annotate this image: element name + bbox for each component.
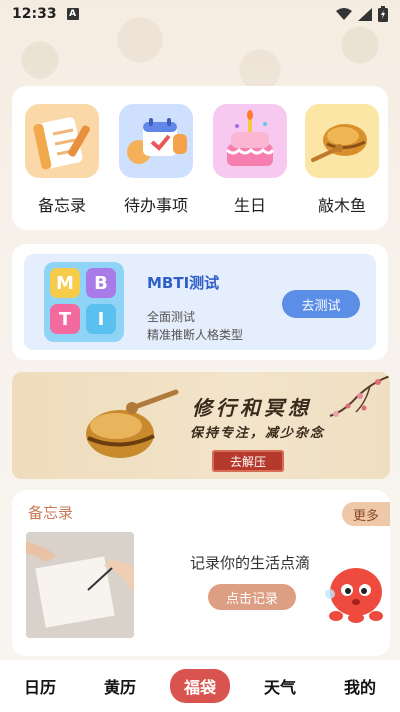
tool-label: 待办事项	[123, 196, 188, 215]
octopus-mascot-icon	[325, 568, 383, 623]
birthday-cake-icon	[213, 104, 287, 178]
nav-label: 我的	[343, 678, 376, 697]
banner-title: 修行和冥想	[192, 396, 312, 420]
memo-notebook-icon	[25, 104, 99, 178]
nav-almanac[interactable]: 黄历	[80, 674, 160, 698]
nav-mine[interactable]: 我的	[320, 674, 400, 698]
tool-wooden-fish[interactable]: 敲木鱼	[302, 104, 382, 216]
banner-subtitle: 保持专注，减少杂念	[190, 426, 326, 441]
mbti-tile-b: B	[86, 268, 116, 298]
memo-card: 备忘录 更多 记录你的生活点滴 点击记录	[12, 490, 390, 656]
tool-label: 生日	[233, 196, 266, 215]
tool-label: 敲木鱼	[317, 196, 366, 215]
nav-label: 日历	[23, 678, 56, 697]
mbti-card: M B T I MBTI测试 全面测试 精准推断人格类型 去测试	[12, 244, 388, 360]
nav-weather[interactable]: 天气	[240, 674, 320, 698]
memo-prompt: 记录你的生活点滴	[190, 554, 311, 572]
mbti-description-1: 全面测试	[147, 310, 196, 324]
mbti-test-button[interactable]: 去测试	[282, 290, 360, 318]
battery-icon	[378, 6, 388, 22]
mbti-logo: M B T I	[44, 262, 124, 342]
tool-todo[interactable]: 待办事项	[116, 104, 196, 216]
mbti-tile-m: M	[50, 268, 80, 298]
wifi-icon	[336, 7, 352, 20]
nav-label: 天气	[263, 678, 296, 697]
tool-label: 备忘录	[37, 196, 86, 215]
relax-button[interactable]: 去解压	[212, 450, 284, 472]
status-time: 12:33	[12, 6, 57, 22]
wooden-fish-icon	[305, 104, 379, 178]
bottom-nav: 日历 黄历 福袋 天气 我的	[0, 660, 400, 712]
memo-section-title: 备忘录	[28, 504, 74, 522]
wooden-fish-illustration	[86, 389, 179, 458]
todo-calendar-icon	[119, 104, 193, 178]
signal-icon	[358, 7, 372, 21]
status-icons	[336, 6, 388, 22]
nav-lucky-bag[interactable]: 福袋	[160, 669, 240, 703]
memo-writing-photo	[26, 532, 134, 638]
mbti-banner[interactable]: M B T I MBTI测试 全面测试 精准推断人格类型 去测试	[24, 254, 376, 350]
tools-card: 备忘录 待办事项 生日 敲木鱼	[12, 86, 388, 230]
tool-birthday[interactable]: 生日	[210, 104, 290, 216]
tool-memo[interactable]: 备忘录	[22, 104, 102, 216]
nav-calendar[interactable]: 日历	[0, 674, 80, 698]
nav-label: 黄历	[103, 678, 136, 697]
notification-icon: A	[66, 8, 79, 20]
nav-label: 福袋	[169, 669, 230, 703]
mbti-description-2: 精准推断人格类型	[147, 328, 244, 342]
mbti-title: MBTI测试	[147, 274, 220, 292]
status-bar: 12:33 A	[0, 0, 400, 28]
mbti-tile-i: I	[86, 304, 116, 334]
mbti-tile-t: T	[50, 304, 80, 334]
memo-record-button[interactable]: 点击记录	[208, 584, 296, 610]
meditation-banner[interactable]: 修行和冥想 保持专注，减少杂念 去解压	[12, 372, 390, 479]
memo-more-button[interactable]: 更多	[342, 502, 390, 526]
